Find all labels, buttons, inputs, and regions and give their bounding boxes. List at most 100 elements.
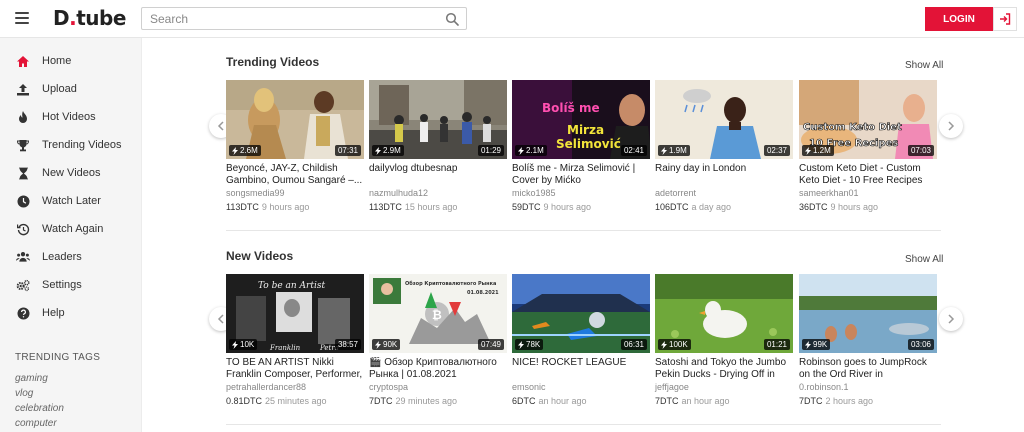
video-age: a day ago (691, 202, 732, 212)
sidebar-item-settings[interactable]: Settings (0, 272, 142, 298)
views-badge: 2.1M (515, 145, 547, 156)
sidebar-item-watch-again[interactable]: Watch Again (0, 216, 142, 242)
video-card[interactable]: 2.9M 01:29 dailyvlog dtubesnap nazmulhud… (369, 80, 507, 213)
trophy-icon (16, 138, 30, 152)
video-title[interactable]: dailyvlog dtubesnap (369, 163, 507, 187)
views-badge: 99K (802, 339, 831, 350)
video-thumbnail[interactable]: ₿ Обзор Криптовалютного Рынка 01.08.2021… (369, 274, 507, 353)
video-author[interactable]: petrahallerdancer88 (226, 382, 364, 393)
chevron-right-icon (948, 314, 955, 324)
video-title[interactable]: NICE! ROCKET LEAGUE (512, 357, 650, 381)
video-title[interactable]: Custom Keto Diet - Custom Keto Diet - 10… (799, 163, 937, 187)
views-count: 1.9M (669, 146, 687, 155)
video-payout: 0.81DTC (226, 396, 263, 406)
sidebar-item-label: New Videos (42, 167, 101, 179)
sidebar-item-help[interactable]: Help (0, 300, 142, 326)
duration-badge: 06:31 (620, 339, 647, 350)
video-author[interactable]: adetorrent (655, 188, 793, 199)
video-title[interactable]: 🎬 Обзор Криптовалютного Рынка | 01.08.20… (369, 357, 507, 381)
sidebar-item-label: Hot Videos (42, 111, 96, 123)
video-card[interactable]: 99K 03:06 Robinson goes to JumpRock on t… (799, 274, 937, 407)
bolt-icon (661, 146, 667, 155)
question-icon (16, 306, 30, 320)
video-age: an hour ago (681, 396, 730, 406)
sidebar-item-hot-videos[interactable]: Hot Videos (0, 104, 142, 130)
video-thumbnail[interactable]: 2.9M 01:29 (369, 80, 507, 159)
video-payout: 59DTC (512, 202, 541, 212)
video-title[interactable]: Robinson goes to JumpRock on the Ord Riv… (799, 357, 937, 381)
video-author[interactable]: emsonic (512, 382, 650, 393)
trending-show-all-link[interactable]: Show All (905, 60, 943, 71)
new-videos-next-arrow[interactable] (939, 307, 963, 331)
video-thumbnail[interactable]: Bolíš me Mirza Selimović 2.1M 02:41 (512, 80, 650, 159)
login-button[interactable]: LOGIN (925, 7, 993, 31)
section-divider (226, 230, 941, 231)
video-card[interactable]: 2.6M 07:31 Beyoncé, JAY-Z, Childish Gamb… (226, 80, 364, 213)
video-thumbnail[interactable]: Custom Keto Diet 10 Free Recipes 1.2M 07… (799, 80, 937, 159)
sidebar-item-trending-videos[interactable]: Trending Videos (0, 132, 142, 158)
video-title[interactable]: TO BE AN ARTIST Nikki Franklin Composer,… (226, 357, 364, 381)
video-meta: 6DTC an hour ago (512, 396, 650, 407)
video-author[interactable]: nazmulhuda12 (369, 188, 507, 199)
sidebar-item-new-videos[interactable]: New Videos (0, 160, 142, 186)
video-payout: 36DTC (799, 202, 828, 212)
dtube-logo[interactable]: D.tube (53, 6, 126, 30)
views-count: 2.1M (526, 146, 544, 155)
sign-in-icon[interactable] (993, 7, 1017, 31)
search-input[interactable] (142, 8, 432, 29)
video-card[interactable]: 1.9M 02:37 Rainy day in London adetorren… (655, 80, 793, 213)
video-title[interactable]: Bolíš me - Mirza Selimović | Cover by Mi… (512, 163, 650, 187)
video-thumbnail[interactable]: To be an Artist Franklin Petra 10K 38:57 (226, 274, 364, 353)
bolt-icon (805, 340, 811, 349)
thumbnail-text: To be an Artist (258, 281, 325, 291)
video-age: 29 minutes ago (395, 396, 458, 406)
tag-link[interactable]: vlog (15, 388, 33, 399)
menu-icon[interactable] (15, 12, 29, 24)
video-author[interactable]: cryptospa (369, 382, 507, 393)
views-count: 10K (240, 340, 255, 349)
clock-icon (16, 194, 30, 208)
video-age: an hour ago (538, 396, 587, 406)
video-author[interactable]: songsmedia99 (226, 188, 364, 199)
video-author[interactable]: micko1985 (512, 188, 650, 199)
video-card[interactable]: 100K 01:21 Satoshi and Tokyo the Jumbo P… (655, 274, 793, 407)
views-badge: 90K (372, 339, 401, 350)
video-thumbnail[interactable]: 99K 03:06 (799, 274, 937, 353)
trending-next-arrow[interactable] (939, 114, 963, 138)
video-card[interactable]: Custom Keto Diet 10 Free Recipes 1.2M 07… (799, 80, 937, 213)
video-thumbnail[interactable]: 78K 06:31 (512, 274, 650, 353)
tag-link[interactable]: celebration (15, 403, 64, 414)
video-title[interactable]: Satoshi and Tokyo the Jumbo Pekin Ducks … (655, 357, 793, 381)
video-card[interactable]: To be an Artist Franklin Petra 10K 38:57… (226, 274, 364, 407)
video-payout: 113DTC (369, 202, 402, 212)
video-author[interactable]: 0.robinson.1 (799, 382, 937, 393)
video-author[interactable]: jeffjagoe (655, 382, 793, 393)
tag-link[interactable]: computer (15, 418, 57, 429)
video-author[interactable]: sameerkhan01 (799, 188, 937, 199)
views-badge: 2.9M (372, 145, 404, 156)
sidebar-item-leaders[interactable]: Leaders (0, 244, 142, 270)
views-count: 100K (669, 340, 688, 349)
duration-badge: 02:37 (763, 145, 790, 156)
duration-badge: 07:31 (334, 145, 361, 156)
video-payout: 7DTC (799, 396, 823, 406)
video-card[interactable]: 78K 06:31 NICE! ROCKET LEAGUE emsonic 6D… (512, 274, 650, 407)
video-thumbnail[interactable]: 2.6M 07:31 (226, 80, 364, 159)
video-title[interactable]: Rainy day in London (655, 163, 793, 187)
sidebar-item-home[interactable]: Home (0, 48, 142, 74)
new-videos-show-all-link[interactable]: Show All (905, 254, 943, 265)
video-payout: 113DTC (226, 202, 259, 212)
video-thumbnail[interactable]: 100K 01:21 (655, 274, 793, 353)
thumbnail-text: 01.08.2021 (467, 290, 499, 296)
tag-link[interactable]: gaming (15, 373, 48, 384)
sidebar-item-label: Trending Videos (42, 139, 122, 151)
video-card[interactable]: Bolíš me Mirza Selimović 2.1M 02:41 Bolí… (512, 80, 650, 213)
views-count: 78K (526, 340, 541, 349)
video-thumbnail[interactable]: 1.9M 02:37 (655, 80, 793, 159)
video-card[interactable]: ₿ Обзор Криптовалютного Рынка 01.08.2021… (369, 274, 507, 407)
bitcoin-icon: ₿ (432, 308, 442, 322)
search-icon[interactable] (445, 12, 459, 26)
video-title[interactable]: Beyoncé, JAY-Z, Childish Gambino, Oumou … (226, 163, 364, 187)
sidebar-item-watch-later[interactable]: Watch Later (0, 188, 142, 214)
sidebar-item-upload[interactable]: Upload (0, 76, 142, 102)
